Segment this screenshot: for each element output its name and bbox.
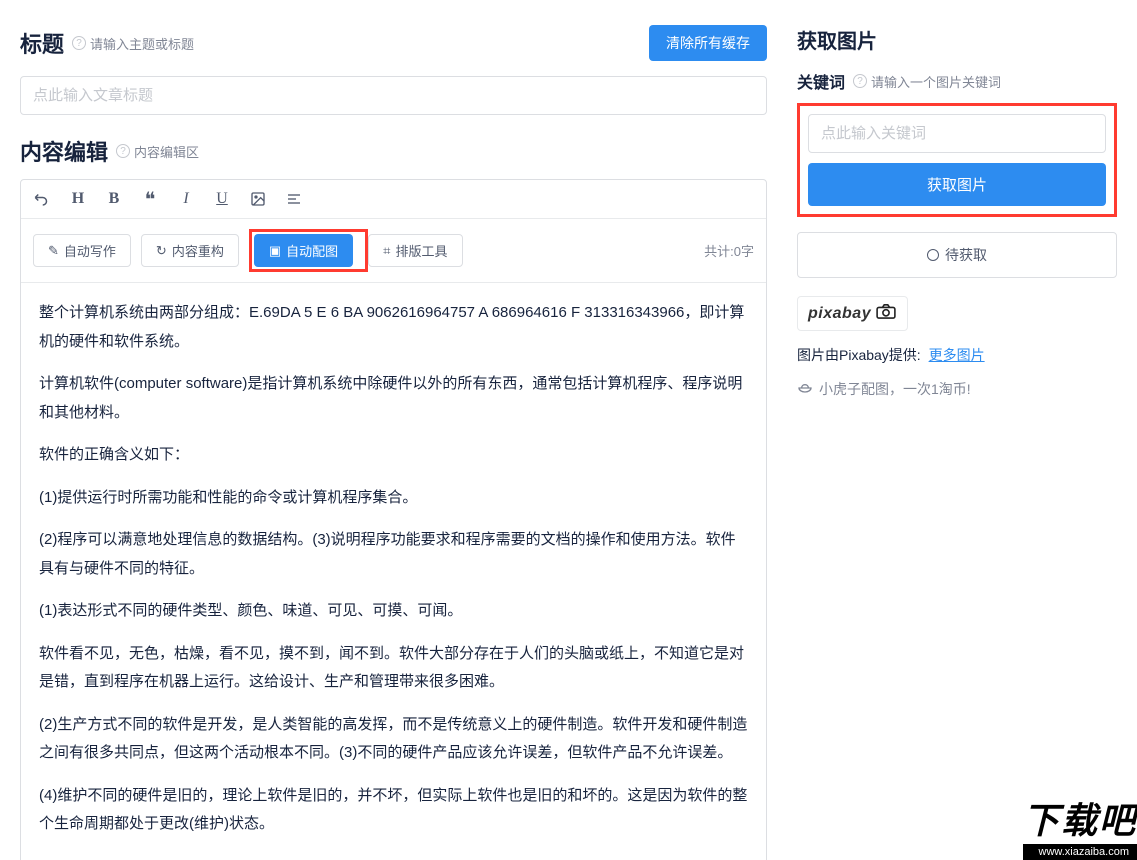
title-text: 标题 [20, 27, 64, 59]
refresh-icon: ↻ [156, 243, 167, 259]
paragraph: 软件的正确含义如下： [39, 441, 748, 470]
rebuild-button[interactable]: ↻ 内容重构 [141, 234, 239, 267]
auto-image-button[interactable]: ▣ 自动配图 [254, 234, 353, 267]
auto-write-button[interactable]: ✎ 自动写作 [33, 234, 131, 267]
article-title-input[interactable] [20, 76, 767, 115]
keyword-input[interactable] [808, 114, 1106, 153]
editor-content[interactable]: 整个计算机系统由两部分组成：E.69DA 5 E 6 BA 9062616964… [21, 283, 766, 860]
info-icon: ? [72, 36, 86, 50]
camera-icon [875, 303, 897, 324]
title-hint: ? 请输入主题或标题 [72, 34, 194, 53]
pencil-icon: ✎ [48, 243, 59, 259]
paragraph: 计算机软件(computer software)是指计算机系统中除硬件以外的所有… [39, 370, 748, 427]
main-panel: 标题 ? 请输入主题或标题 清除所有缓存 内容编辑 ? 内容编辑区 [0, 0, 787, 860]
italic-icon[interactable]: I [177, 190, 195, 208]
bold-icon[interactable]: B [105, 190, 123, 208]
clear-cache-button[interactable]: 清除所有缓存 [649, 25, 767, 61]
watermark-url: www.xiazaiba.com [1023, 844, 1137, 860]
undo-icon[interactable] [33, 190, 51, 208]
paragraph: 整个计算机系统由两部分组成：E.69DA 5 E 6 BA 9062616964… [39, 299, 748, 356]
watermark: 下载吧 www.xiazaiba.com [1023, 792, 1137, 860]
info-icon: ? [853, 74, 867, 88]
paragraph: (2)程序可以满意地处理信息的数据结构。(3)说明程序功能要求和程序需要的文档的… [39, 526, 748, 583]
bowl-icon [797, 381, 813, 398]
layout-tool-button[interactable]: ⌗ 排版工具 [368, 234, 462, 267]
note-line: 小虎子配图，一次1淘币! [797, 379, 1117, 399]
pending-status: 待获取 [797, 232, 1117, 278]
layout-icon: ⌗ [383, 243, 390, 259]
paragraph: 软件看不见，无色，枯燥，看不见，摸不到，闻不到。软件大部分存在于人们的头脑或纸上… [39, 640, 748, 697]
heading-icon[interactable]: H [69, 190, 87, 208]
format-toolbar: H B ❝ I U [21, 180, 766, 219]
keyword-hint: ? 请输入一个图片关键词 [853, 72, 1001, 91]
fetch-image-button[interactable]: 获取图片 [808, 163, 1106, 206]
auto-image-label: 自动配图 [286, 241, 338, 260]
info-icon: ? [116, 144, 130, 158]
circle-icon [927, 249, 939, 261]
keyword-text: 关键词 [797, 69, 845, 93]
keyword-hint-text: 请输入一个图片关键词 [871, 72, 1001, 91]
title-label: 标题 ? 请输入主题或标题 [20, 27, 194, 59]
keyword-label: 关键词 ? 请输入一个图片关键词 [797, 69, 1117, 93]
sidebar-panel: 获取图片 关键词 ? 请输入一个图片关键词 获取图片 待获取 pixabay 图… [787, 0, 1137, 860]
highlight-keyword-box: 获取图片 [797, 103, 1117, 217]
paragraph: (2)生产方式不同的软件是开发，是人类智能的高发挥，而不是传统意义上的硬件制造。… [39, 711, 748, 768]
quote-icon[interactable]: ❝ [141, 190, 159, 208]
paragraph: (1)表达形式不同的硬件类型、颜色、味道、可见、可摸、可闻。 [39, 597, 748, 626]
word-count: 共计:0字 [704, 241, 754, 260]
watermark-logo: 下载吧 [1023, 792, 1137, 844]
title-hint-text: 请输入主题或标题 [90, 34, 194, 53]
editor-section-label: 内容编辑 ? 内容编辑区 [20, 135, 767, 167]
image-icon[interactable] [249, 190, 267, 208]
paragraph: (1)提供运行时所需功能和性能的命令或计算机程序集合。 [39, 484, 748, 513]
underline-icon[interactable]: U [213, 190, 231, 208]
editor-hint-text: 内容编辑区 [134, 142, 199, 161]
editor-section-text: 内容编辑 [20, 135, 108, 167]
action-toolbar: ✎ 自动写作 ↻ 内容重构 ▣ 自动配图 ⌗ 排版工具 共计:0字 [21, 219, 766, 283]
image-credit: 图片由Pixabay提供: 更多图片 [797, 345, 1117, 365]
picture-icon: ▣ [269, 243, 281, 259]
rebuild-label: 内容重构 [172, 241, 224, 260]
align-left-icon[interactable] [285, 190, 303, 208]
title-header: 标题 ? 请输入主题或标题 清除所有缓存 [20, 25, 767, 61]
credit-prefix: 图片由Pixabay提供: [797, 347, 921, 363]
pending-text: 待获取 [945, 245, 987, 265]
pixabay-text: pixabay [808, 305, 871, 323]
highlight-auto-image: ▣ 自动配图 [249, 229, 368, 272]
more-images-link[interactable]: 更多图片 [929, 347, 985, 363]
layout-tool-label: 排版工具 [395, 241, 447, 260]
editor-container: H B ❝ I U ✎ 自动写作 ↻ 内容重构 [20, 179, 767, 860]
sidebar-title: 获取图片 [797, 25, 1117, 54]
auto-write-label: 自动写作 [64, 241, 116, 260]
pixabay-logo: pixabay [797, 296, 908, 331]
note-text: 小虎子配图，一次1淘币! [819, 379, 971, 399]
paragraph: (4)维护不同的硬件是旧的，理论上软件是旧的，并不坏，但实际上软件也是旧的和坏的… [39, 782, 748, 839]
editor-section-hint: ? 内容编辑区 [116, 142, 199, 161]
